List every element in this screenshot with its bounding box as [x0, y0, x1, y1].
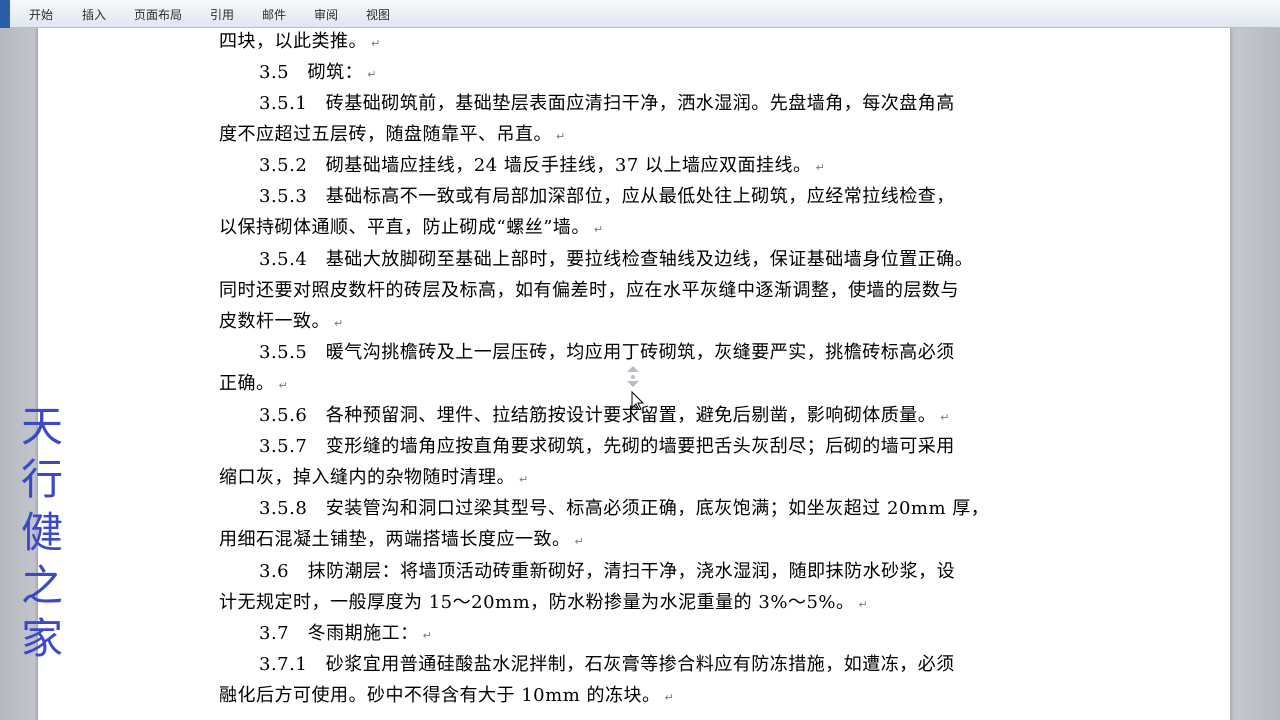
tab-view[interactable]: 视图 [366, 6, 390, 23]
doc-line: 3.7.1 砂浆宜用普通硅酸盐水泥拌制，石灰膏等掺合料应有防冻措施，如遭冻，必须 [259, 654, 955, 675]
paragraph-mark-icon: ↵ [815, 161, 826, 174]
scroll-center-dot-icon [631, 375, 635, 379]
paragraph-mark-icon: ↵ [858, 598, 869, 611]
paragraph-mark-icon: ↵ [367, 68, 377, 81]
doc-line: 3.6 抹防潮层：将墙顶活动砖重新砌好，清扫干净，浇水湿润，随即抹防水砂浆，设 [259, 561, 956, 582]
tab-mailings[interactable]: 邮件 [262, 6, 286, 23]
doc-line: 以保持砌体通顺、平直，防止砌成“螺丝”墙。 ↵ [219, 217, 604, 238]
doc-line: 四块，以此类推。 ↵ [219, 31, 381, 52]
doc-line: 3.7 冬雨期施工： ↵ [259, 623, 433, 644]
doc-line: 度不应超过五层砖，随盘随靠平、吊直。 ↵ [219, 124, 566, 145]
doc-line: 3.5.3 基础标高不一致或有局部加深部位，应从最低处往上砌筑，应经常拉线检查， [259, 186, 955, 207]
doc-line: 计无规定时，一般厚度为 15～20mm，防水粉掺量为水泥重量的 3%～5%。 ↵ [219, 592, 869, 613]
doc-line: 皮数杆一致。 ↵ [219, 311, 344, 332]
doc-line: 3.5.4 基础大放脚砌至基础上部时，要拉线检查轴线及边线，保证基础墙身位置正确… [259, 249, 974, 270]
doc-line: 3.5 砌筑： ↵ [259, 62, 377, 83]
tab-home[interactable]: 开始 [29, 6, 53, 23]
paragraph-mark-icon: ↵ [940, 411, 951, 424]
doc-line: 3.5.2 砌基础墙应挂线，24 墙反手挂线，37 以上墙应双面挂线。 ↵ [259, 155, 826, 176]
doc-line: 缩口灰，掉入缝内的杂物随时清理。 ↵ [219, 467, 529, 488]
doc-line: 3.5.1 砖基础砌筑前，基础垫层表面应清扫干净，洒水湿润。先盘墙角，每次盘角高 [259, 93, 955, 114]
paragraph-mark-icon: ↵ [664, 691, 675, 704]
paragraph-mark-icon: ↵ [422, 629, 433, 642]
scroll-down-arrow-icon [627, 381, 639, 387]
autoscroll-cursor-icon [627, 366, 645, 410]
paragraph-mark-icon: ↵ [556, 130, 566, 143]
doc-line: 同时还要对照皮数杆的砖层及标高，如有偏差时，应在水平灰缝中逐渐调整，使墙的层数与 [219, 280, 959, 301]
tab-review[interactable]: 审阅 [314, 6, 338, 23]
paragraph-mark-icon: ↵ [278, 379, 289, 392]
doc-line: 正确。 ↵ [219, 373, 289, 394]
tab-page-layout[interactable]: 页面布局 [134, 6, 182, 23]
doc-line: 用细石混凝土铺垫，两端搭墙长度应一致。 ↵ [219, 529, 585, 550]
tab-insert[interactable]: 插入 [82, 6, 106, 23]
doc-line: 3.5.6 各种预留洞、埋件、拉结筋按设计要求留置，避免后剔凿，影响砌体质量。 ↵ [259, 405, 951, 426]
doc-line: 融化后方可使用。砂中不得含有大于 10mm 的冻块。 ↵ [219, 685, 675, 706]
watermark-text: 天 行 健 之 家 [20, 402, 63, 663]
doc-line: 3.5.5 暖气沟挑檐砖及上一层压砖，均应用丁砖砌筑，灰缝要严实，挑檐砖标高必须 [259, 342, 955, 363]
paragraph-mark-icon: ↵ [334, 317, 344, 330]
ribbon-bar: 开始 插入 页面布局 引用 邮件 审阅 视图 [0, 0, 1280, 28]
tab-references[interactable]: 引用 [210, 6, 234, 23]
doc-line: 3.5.7 变形缝的墙角应按直角要求砌筑，先砌的墙要把舌头灰刮尽；后砌的墙可采用 [259, 436, 955, 457]
doc-line: 3.5.8 安装管沟和洞口过梁其型号、标高必须正确，底灰饱满；如坐灰超过 20m… [259, 498, 990, 519]
paragraph-mark-icon: ↵ [574, 535, 585, 548]
scroll-up-arrow-icon [627, 366, 639, 372]
paragraph-mark-icon: ↵ [371, 37, 381, 50]
paragraph-mark-icon: ↵ [519, 473, 529, 486]
file-button[interactable] [0, 0, 10, 28]
mouse-pointer-icon [631, 390, 645, 410]
paragraph-mark-icon: ↵ [593, 223, 604, 236]
